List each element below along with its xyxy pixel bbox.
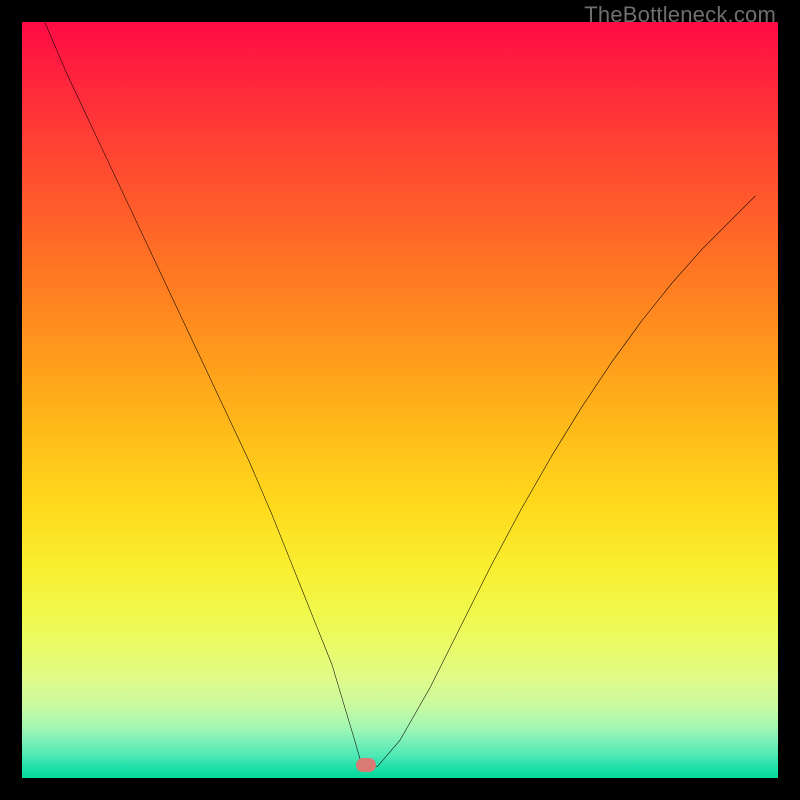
data-point-marker — [356, 758, 376, 772]
watermark-text: TheBottleneck.com — [584, 2, 776, 28]
plot-area — [22, 22, 778, 778]
chart-curve — [22, 22, 778, 778]
chart-frame: TheBottleneck.com — [0, 0, 800, 800]
